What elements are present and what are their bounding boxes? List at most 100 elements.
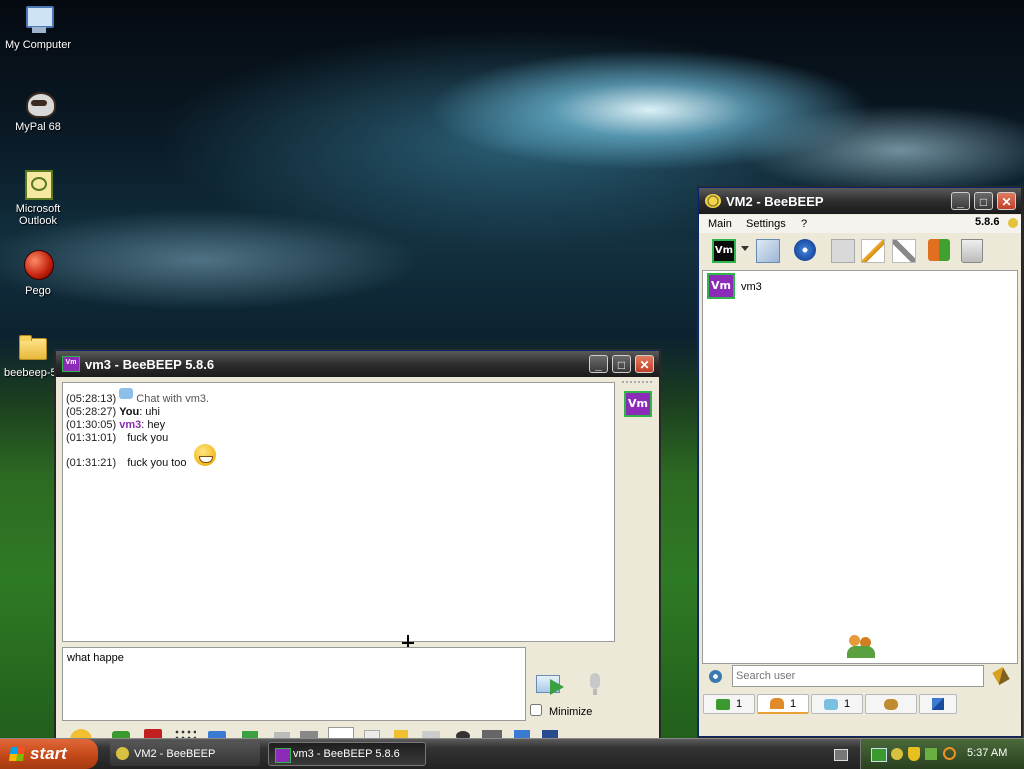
bee-tray-icon[interactable] — [891, 748, 903, 760]
desktop-icon-my-computer[interactable]: My Computer — [0, 4, 76, 51]
minimize-button[interactable]: _ — [589, 355, 608, 373]
tab-users[interactable]: 1 — [757, 694, 809, 714]
message-time: (05:28:13) — [66, 393, 117, 405]
users-group-icon — [847, 635, 875, 659]
message-text: fuck you — [127, 432, 169, 444]
maximize-button[interactable]: □ — [974, 192, 993, 210]
clock[interactable]: 5:37 AM — [967, 747, 1007, 759]
minimize-checkbox[interactable] — [530, 704, 542, 716]
pego-icon — [22, 250, 54, 282]
send-icon[interactable] — [536, 673, 568, 697]
chat-message: (05:28:27) You: uhi — [66, 406, 160, 419]
tab-groups[interactable]: 1 — [811, 694, 863, 714]
tab-chats[interactable]: 1 — [703, 694, 755, 714]
menu-settings[interactable]: Settings — [746, 218, 786, 230]
tab-count: 1 — [735, 698, 743, 710]
search-input[interactable] — [732, 665, 984, 687]
message-sender: vm3 — [119, 419, 142, 431]
folder-icon — [16, 332, 48, 364]
settings-gear-icon[interactable] — [709, 670, 722, 683]
chat-message: (01:31:01) fuck you — [66, 432, 168, 445]
message-text: fuck you too — [127, 457, 187, 469]
search-bar — [702, 664, 1018, 690]
vcard-icon[interactable] — [756, 239, 780, 263]
user-list-item[interactable]: Vm vm3 — [707, 273, 1007, 301]
tab-count: 1 — [843, 698, 851, 710]
bee-icon — [116, 747, 129, 760]
search-tray-icon[interactable] — [943, 747, 956, 760]
chevron-down-icon[interactable] — [741, 246, 749, 251]
taskbar-item-label: VM2 - BeeBEEP — [134, 748, 216, 760]
security-shield-icon[interactable] — [908, 747, 920, 761]
desktop-icon-label: Pego — [25, 285, 51, 297]
taskbar-item-vm2[interactable]: VM2 - BeeBEEP — [110, 742, 260, 766]
maximize-button[interactable]: □ — [612, 355, 631, 373]
system-tray: 5:37 AM — [860, 739, 1024, 769]
main-window: VM2 - BeeBEEP _ □ ✕ Main Settings ? 5.8.… — [698, 187, 1022, 737]
message-time: (01:31:01) — [66, 432, 117, 444]
message-text: : uhi — [139, 406, 160, 418]
profile-avatar[interactable]: Vm — [712, 239, 736, 263]
tools-icon[interactable] — [892, 239, 916, 263]
microphone-icon[interactable] — [588, 673, 602, 697]
meeting-icon — [884, 698, 898, 710]
chat-message: (01:31:21) fuck you too — [66, 457, 187, 470]
keyboard-layout-icon[interactable] — [834, 749, 848, 761]
chat-window-title: vm3 - BeeBEEP 5.8.6 — [85, 356, 215, 372]
desktop-icon-pego[interactable]: Pego — [0, 250, 76, 297]
main-window-titlebar[interactable]: VM2 - BeeBEEP _ □ ✕ — [699, 188, 1021, 214]
speech-bubble-icon — [119, 388, 134, 399]
message-input[interactable] — [62, 647, 526, 721]
sidebar-divider — [622, 381, 652, 383]
outlook-icon — [22, 168, 54, 200]
computer-icon — [22, 4, 54, 36]
group-icon — [823, 698, 838, 710]
tab-count: 1 — [789, 697, 797, 710]
mypal-icon — [22, 86, 56, 118]
trash-icon[interactable] — [961, 239, 983, 263]
users-icon — [769, 698, 784, 709]
edit-icon[interactable] — [861, 239, 885, 263]
close-button[interactable]: ✕ — [635, 355, 654, 373]
home-icon[interactable] — [831, 239, 855, 263]
member-sidebar: Vm — [620, 379, 656, 641]
chat-window: Vm vm3 - BeeBEEP 5.8.6 _ □ ✕ (05:28:13) … — [55, 350, 660, 741]
bee-icon — [705, 194, 721, 208]
chat-message: (05:28:13) Chat with vm3. — [66, 388, 210, 406]
desktop-icon-mypal[interactable]: MyPal 68 — [0, 86, 76, 133]
volume-icon[interactable] — [925, 748, 937, 760]
user-name: vm3 — [741, 281, 762, 293]
close-button[interactable]: ✕ — [997, 192, 1016, 210]
grin-emoticon-icon — [194, 444, 216, 466]
minimize-button[interactable]: _ — [951, 192, 970, 210]
network-tray-icon[interactable] — [871, 748, 887, 762]
vm-badge-icon — [275, 748, 291, 763]
menu-main[interactable]: Main — [708, 218, 732, 230]
file-transfer-icon — [932, 698, 944, 710]
network-icon[interactable] — [794, 239, 816, 261]
main-window-title: VM2 - BeeBEEP — [726, 193, 824, 209]
tab-meetings[interactable] — [865, 694, 917, 714]
desktop-icon-label: Microsoft Outlook — [15, 203, 61, 227]
chat-window-titlebar[interactable]: Vm vm3 - BeeBEEP 5.8.6 _ □ ✕ — [56, 351, 659, 377]
minimize-checkbox-label: Minimize — [549, 706, 593, 718]
chat-log: (05:28:13) Chat with vm3. (05:28:27) You… — [62, 382, 615, 642]
toolbar: Vm — [699, 234, 1021, 268]
message-text: Chat with vm3. — [136, 393, 210, 405]
taskbar-item-vm3[interactable]: vm3 - BeeBEEP 5.8.6 — [268, 742, 426, 766]
desktop-icon-label: My Computer — [4, 39, 72, 51]
view-tabs: 1 1 1 — [703, 694, 1019, 716]
tab-file-transfers[interactable] — [919, 694, 957, 714]
chat-message: (01:30:05) vm3: hey — [66, 419, 165, 432]
chat-icon — [715, 698, 730, 710]
menu-help[interactable]: ? — [801, 218, 807, 230]
update-icon[interactable] — [928, 239, 950, 261]
start-button[interactable]: start — [0, 739, 98, 769]
message-time: (05:28:27) — [66, 406, 117, 418]
desktop-icon-outlook[interactable]: Microsoft Outlook — [0, 168, 76, 227]
clear-search-icon[interactable] — [992, 666, 1010, 686]
member-avatar[interactable]: Vm — [624, 391, 652, 417]
message-time: (01:30:05) — [66, 419, 117, 431]
message-text: : hey — [141, 419, 166, 431]
message-time: (01:31:21) — [66, 457, 117, 469]
